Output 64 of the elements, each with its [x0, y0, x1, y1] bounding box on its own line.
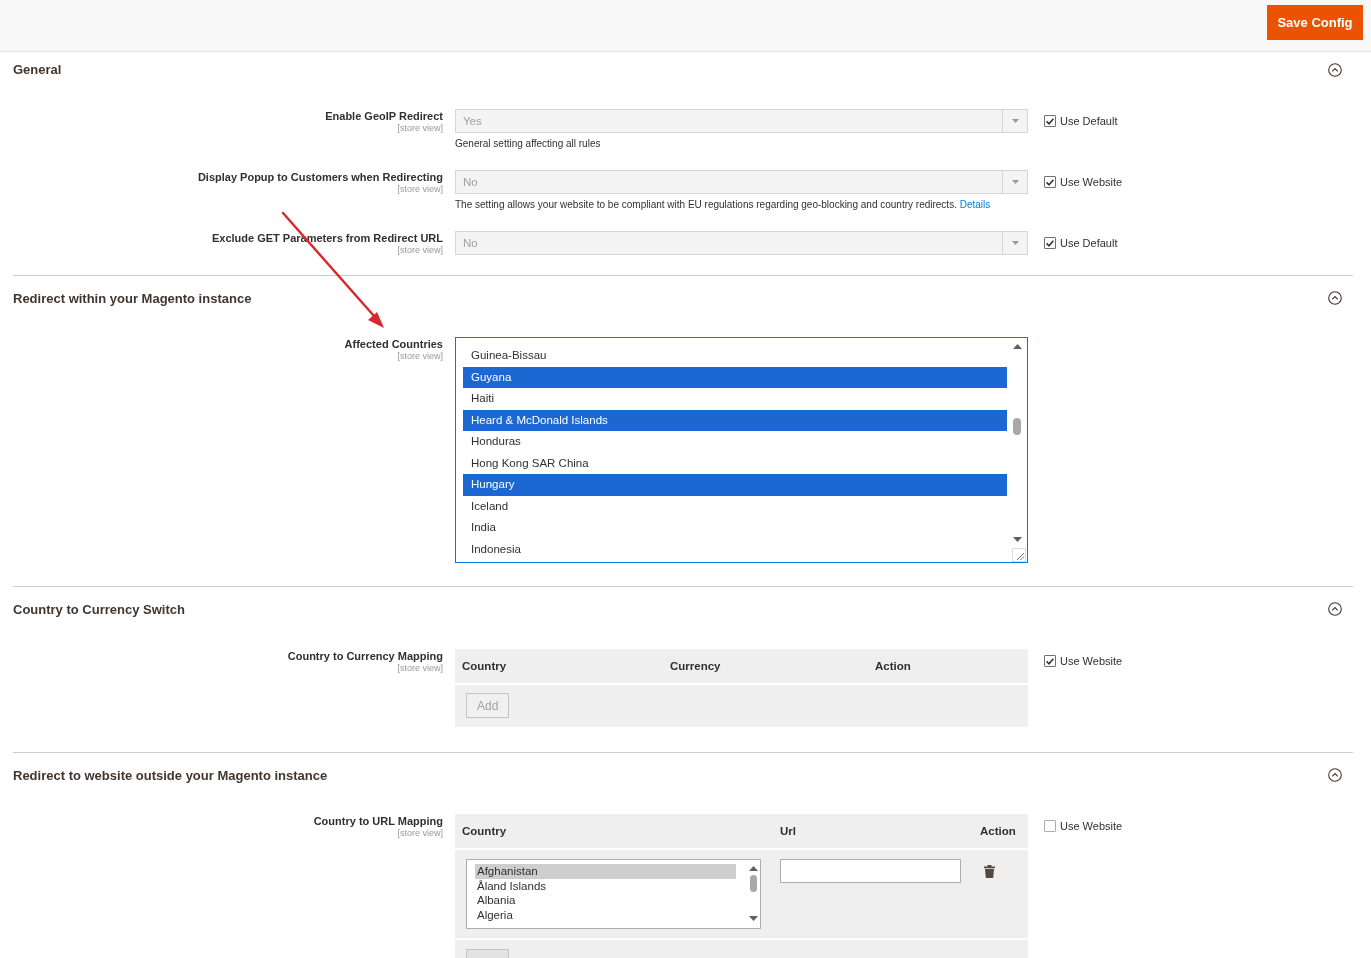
caret-icon: [1011, 180, 1019, 184]
url-input-field[interactable]: [780, 859, 961, 883]
scope-hint: [store view]: [397, 351, 443, 361]
list-option[interactable]: Afghanistan: [475, 864, 736, 879]
column-header: Url: [779, 824, 797, 839]
caret-icon: [1011, 119, 1019, 123]
checkmark-icon: [1046, 657, 1054, 665]
scroll-up-icon[interactable]: [748, 866, 758, 871]
field-label: Country to URL Mapping: [313, 814, 443, 828]
save-config-button[interactable]: Save Config: [1267, 5, 1363, 40]
scroll-down-icon[interactable]: [1012, 537, 1022, 542]
column-header: Action: [874, 659, 912, 674]
scope-hint: [store view]: [397, 123, 443, 133]
field-note: General setting affecting all rules: [455, 138, 602, 150]
collapse-icon[interactable]: [1328, 768, 1342, 782]
list-option[interactable]: Honduras: [463, 431, 1007, 453]
collapse-icon[interactable]: [1328, 602, 1342, 616]
caret-icon: [1011, 241, 1019, 245]
column-header: Currency: [669, 659, 722, 674]
scope-hint: [store view]: [397, 828, 443, 838]
checkbox[interactable]: [1044, 655, 1056, 667]
list-option[interactable]: Hong Kong SAR China: [463, 452, 1007, 474]
field-note: The setting allows your website to be compliant with EU regulations regarding geo-blocking and country redirects. Details: [455, 199, 992, 211]
field-label: Enable GeoIP Redirect: [325, 109, 443, 123]
resize-grip-icon[interactable]: [1012, 548, 1026, 562]
section-title[interactable]: Redirect to website outside your Magento instance: [13, 767, 328, 783]
field-label: Country to Currency Mapping: [287, 649, 443, 663]
list-option[interactable]: Haiti: [463, 388, 1007, 410]
column-header: Action: [979, 824, 1017, 839]
scope-hint: [store view]: [397, 245, 443, 255]
column-header: Country: [461, 824, 508, 839]
list-option[interactable]: Guyana: [463, 366, 1007, 388]
checkbox[interactable]: [1044, 820, 1056, 832]
field-label: Display Popup to Customers when Redirecting: [197, 170, 443, 184]
checkmark-icon: [1046, 117, 1054, 125]
checkmark-icon: [1046, 178, 1054, 186]
field-label: Affected Countries: [344, 337, 443, 351]
list-option[interactable]: Guinea-Bissau: [463, 345, 1007, 367]
collapse-icon[interactable]: [1328, 291, 1342, 305]
list-option[interactable]: Åland Islands: [475, 878, 736, 894]
scope-hint: [store view]: [397, 184, 443, 194]
collapse-icon[interactable]: [1328, 62, 1342, 77]
scope-hint: [store view]: [397, 663, 443, 673]
section-title[interactable]: General: [13, 62, 62, 77]
list-option[interactable]: Iceland: [463, 495, 1007, 517]
section-title[interactable]: Country to Currency Switch: [13, 601, 185, 617]
column-header: Country: [461, 659, 508, 674]
section-title[interactable]: Redirect within your Magento instance: [13, 290, 252, 306]
list-option[interactable]: Albania: [475, 893, 736, 908]
checkmark-icon: [1046, 239, 1054, 247]
scrollbar-thumb[interactable]: [1013, 418, 1021, 435]
country-listbox[interactable]: Afghanistan Åland Islands Albania Algeria: [466, 859, 761, 929]
list-option[interactable]: Algeria: [475, 907, 736, 923]
scroll-down-icon[interactable]: [748, 916, 758, 921]
checkbox-label[interactable]: Use Website: [1060, 819, 1123, 833]
list-option[interactable]: Indonesia: [463, 538, 1007, 560]
checkbox-label[interactable]: Use Website: [1060, 654, 1123, 668]
list-option[interactable]: Heard & McDonald Islands: [463, 409, 1007, 431]
list-option[interactable]: India: [463, 517, 1007, 539]
trash-icon[interactable]: [984, 865, 995, 878]
scrollbar-thumb[interactable]: [749, 875, 757, 892]
scroll-up-icon[interactable]: [1012, 344, 1022, 349]
country-listbox[interactable]: Guinea-Bissau Guyana Haiti Heard & McDonald Islands Honduras Hong Kong SAR China Hungary Iceland India Indonesia: [455, 337, 1028, 563]
list-option[interactable]: Hungary: [463, 474, 1007, 496]
